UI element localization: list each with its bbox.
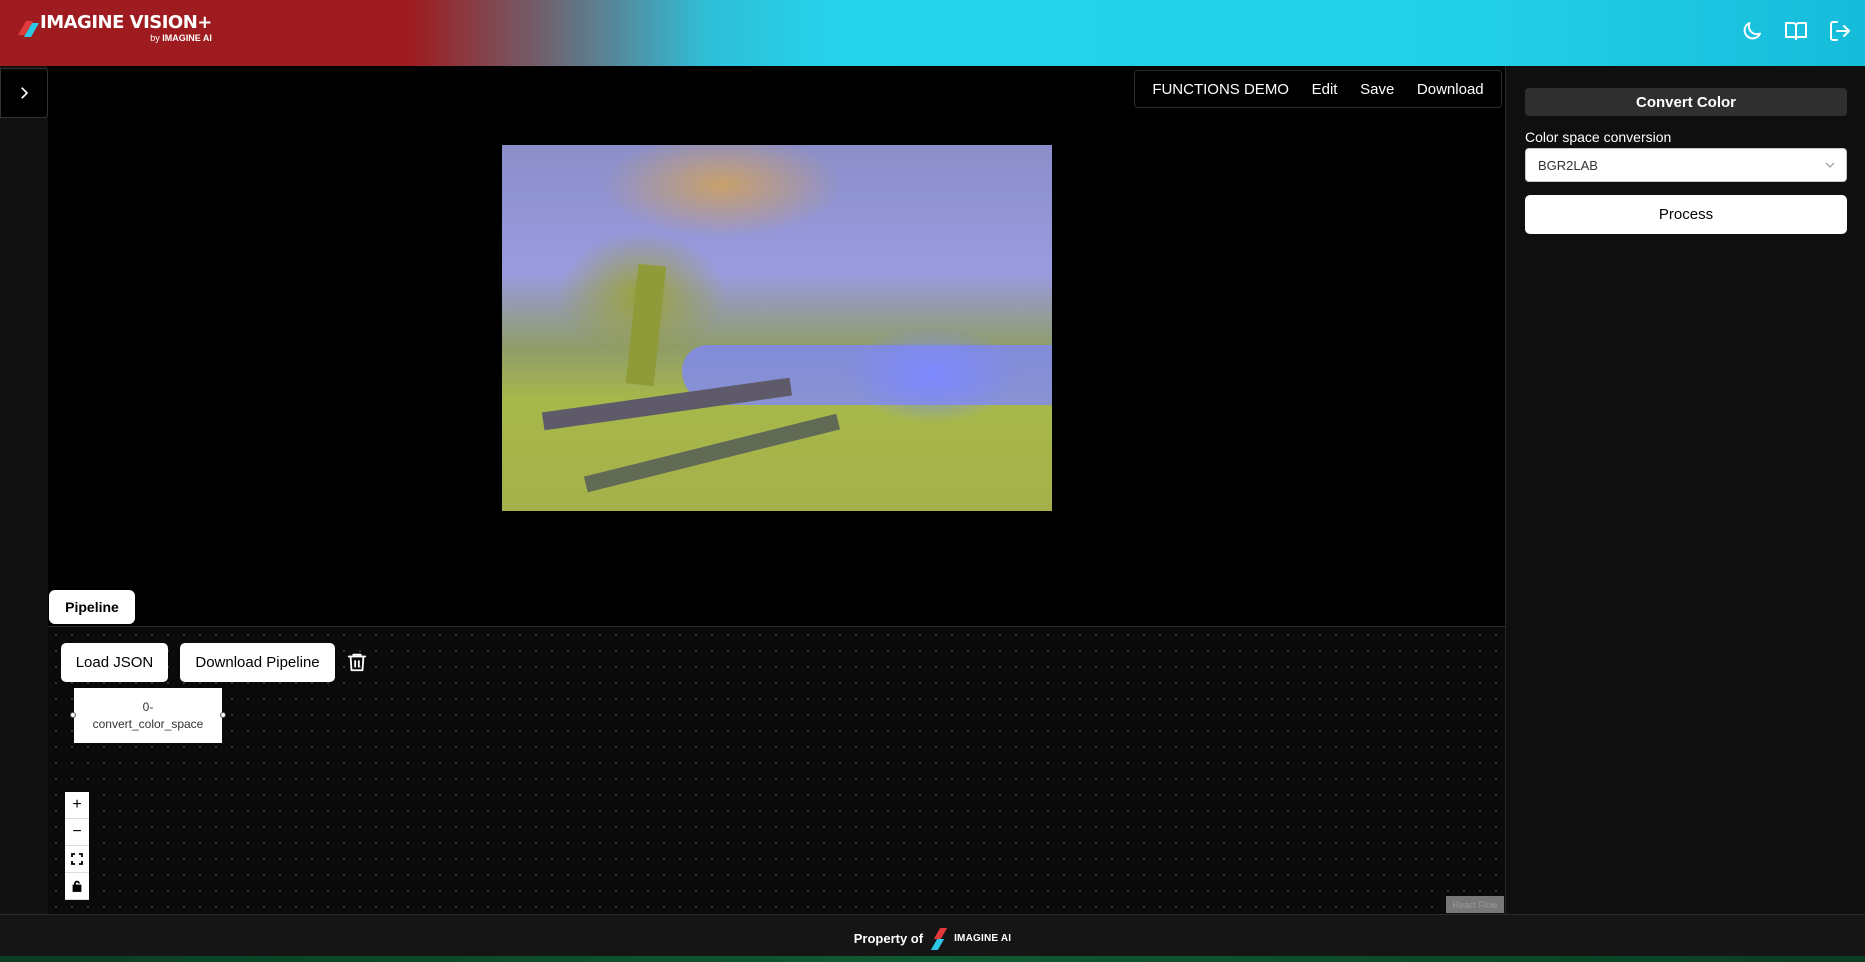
trash-icon[interactable] [346, 651, 368, 673]
zoom-out-button[interactable]: − [65, 819, 89, 846]
edit-button[interactable]: Edit [1312, 81, 1338, 98]
footer-logo[interactable]: IMAGINE AI [930, 927, 1012, 950]
app-header: IMAGINE VISION+ by IMAGINE AI [0, 0, 1865, 66]
functions-demo-button[interactable]: FUNCTIONS DEMO [1152, 81, 1289, 98]
footer-logo-text: IMAGINE AI [954, 933, 1012, 944]
brand-subtitle: by IMAGINE AI [150, 33, 212, 43]
node-name: convert_color_space [92, 716, 204, 731]
moon-icon[interactable] [1739, 18, 1765, 44]
footer-accent-bar [0, 956, 1865, 962]
save-button[interactable]: Save [1360, 81, 1394, 98]
left-rail [0, 66, 48, 914]
color-space-label: Color space conversion [1525, 129, 1672, 145]
logout-icon[interactable] [1827, 18, 1853, 44]
process-button[interactable]: Process [1525, 195, 1847, 234]
pipeline-tab[interactable]: Pipeline [49, 590, 135, 624]
download-button[interactable]: Download [1417, 81, 1484, 98]
zoom-in-button[interactable]: + [65, 792, 89, 819]
pipeline-node[interactable]: 0- convert_color_space [70, 688, 226, 743]
node-input-handle[interactable] [70, 712, 76, 718]
processed-image-preview [502, 145, 1052, 511]
color-space-selected: BGR2LAB [1538, 157, 1598, 173]
fit-view-icon[interactable] [65, 846, 89, 873]
color-space-select[interactable]: BGR2LAB [1525, 148, 1847, 182]
load-json-button[interactable]: Load JSON [61, 643, 168, 682]
node-output-handle[interactable] [220, 712, 226, 718]
chevron-right-icon [21, 87, 29, 99]
app-footer: Property of IMAGINE AI [0, 914, 1865, 962]
lock-icon[interactable] [65, 873, 89, 900]
brand-mark-icon [17, 20, 40, 37]
function-panel [1505, 66, 1865, 914]
react-flow-attribution[interactable]: React Flow [1446, 896, 1504, 913]
footer-property-text: Property of [853, 931, 924, 946]
imagine-ai-logo-icon [930, 927, 951, 950]
image-tree-trunk [625, 263, 667, 387]
image-bench [583, 413, 841, 493]
zoom-controls: + − [65, 792, 89, 900]
brand-title: IMAGINE VISION+ [40, 12, 212, 33]
download-pipeline-button[interactable]: Download Pipeline [180, 643, 335, 682]
panel-title: Convert Color [1525, 88, 1847, 116]
expand-sidebar-button[interactable] [0, 68, 48, 118]
chevron-down-icon [1824, 159, 1836, 171]
canvas-toolbar: FUNCTIONS DEMO Edit Save Download [1134, 70, 1502, 108]
brand-logo[interactable]: IMAGINE VISION+ by IMAGINE AI [17, 12, 212, 43]
node-index: 0- [142, 699, 154, 714]
book-icon[interactable] [1783, 18, 1809, 44]
